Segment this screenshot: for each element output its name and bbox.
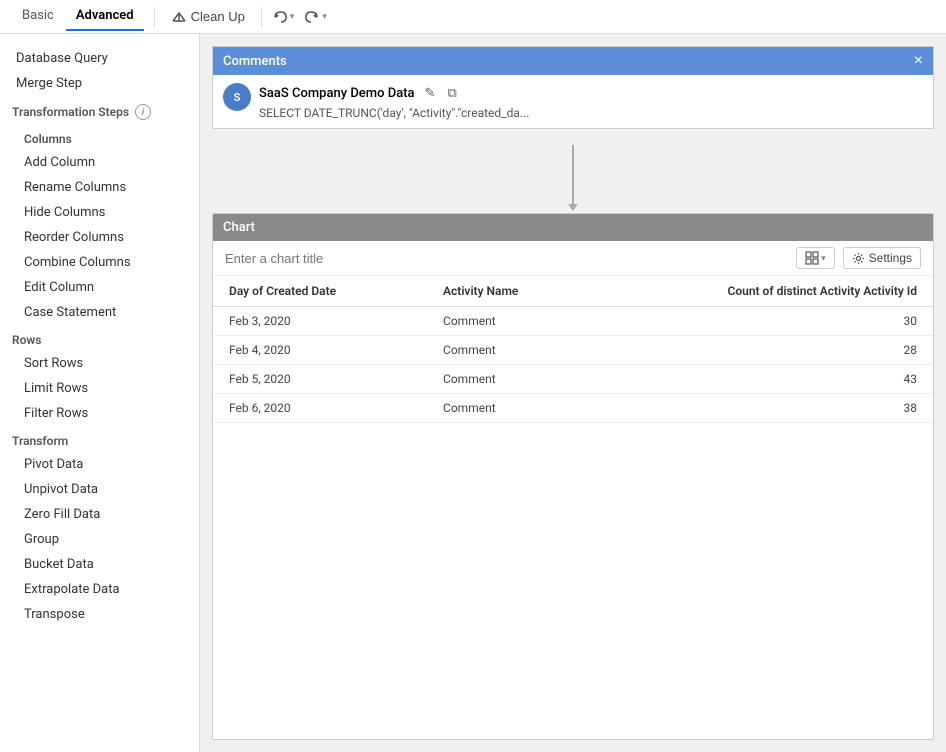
chart-settings-button[interactable]: Settings xyxy=(843,247,921,269)
sidebar-item-merge-step[interactable]: Merge Step xyxy=(0,71,199,96)
sidebar-item-hide-columns[interactable]: Hide Columns xyxy=(0,200,199,225)
sidebar-item-sort-rows[interactable]: Sort Rows xyxy=(0,351,199,376)
sidebar-item-group[interactable]: Group xyxy=(0,527,199,552)
cell-date: Feb 4, 2020 xyxy=(213,336,427,365)
main-area: Database Query Merge Step Transformation… xyxy=(0,34,946,752)
comment-row: S SaaS Company Demo Data ✎ ⧉ SELECT DATE… xyxy=(223,83,923,120)
undo-chevron[interactable]: ▾ xyxy=(290,12,295,22)
cell-date: Feb 3, 2020 xyxy=(213,307,427,336)
cell-count: 30 xyxy=(592,307,933,336)
sidebar-section-transform: Transform xyxy=(0,426,199,452)
comments-panel: Comments × S SaaS Company Demo Data ✎ ⧉ xyxy=(212,46,934,129)
grid-view-icon xyxy=(805,251,819,265)
table-row: Feb 3, 2020 Comment 30 xyxy=(213,307,933,336)
sidebar-item-unpivot-data[interactable]: Unpivot Data xyxy=(0,477,199,502)
redo-button[interactable] xyxy=(302,5,322,29)
cell-date: Feb 5, 2020 xyxy=(213,365,427,394)
col-header-date: Day of Created Date xyxy=(213,276,427,307)
chart-table: Day of Created Date Activity Name Count … xyxy=(213,276,933,739)
comment-copy-button[interactable]: ⧉ xyxy=(443,83,460,103)
comment-edit-button[interactable]: ✎ xyxy=(421,83,440,103)
avatar: S xyxy=(223,83,251,111)
sidebar-item-bucket-data[interactable]: Bucket Data xyxy=(0,552,199,577)
undo-icon xyxy=(272,9,288,25)
cell-activity: Comment xyxy=(427,365,592,394)
content-area: Comments × S SaaS Company Demo Data ✎ ⧉ xyxy=(200,34,946,752)
toolbar-divider xyxy=(154,7,155,27)
undo-button[interactable] xyxy=(270,5,290,29)
sidebar-item-transpose[interactable]: Transpose xyxy=(0,602,199,627)
table-body: Feb 3, 2020 Comment 30 Feb 4, 2020 Comme… xyxy=(213,307,933,423)
comments-header: Comments × xyxy=(213,47,933,75)
cell-count: 43 xyxy=(592,365,933,394)
chart-toolbar-right: ▾ Settings xyxy=(796,247,921,269)
table-header-row: Day of Created Date Activity Name Count … xyxy=(213,276,933,307)
col-header-activity: Activity Name xyxy=(427,276,592,307)
table-row: Feb 6, 2020 Comment 38 xyxy=(213,394,933,423)
comment-content: SaaS Company Demo Data ✎ ⧉ SELECT DATE_T… xyxy=(259,83,923,120)
transformation-info-icon[interactable]: i xyxy=(135,104,151,120)
settings-gear-icon xyxy=(852,252,865,265)
cell-count: 28 xyxy=(592,336,933,365)
comment-author: SaaS Company Demo Data xyxy=(259,86,415,101)
cleanup-button[interactable]: Clean Up xyxy=(163,5,253,29)
chart-toolbar: ▾ Settings xyxy=(213,241,933,276)
sidebar-item-pivot-data[interactable]: Pivot Data xyxy=(0,452,199,477)
cell-count: 38 xyxy=(592,394,933,423)
tab-basic[interactable]: Basic xyxy=(12,2,64,31)
cell-activity: Comment xyxy=(427,394,592,423)
comments-body: S SaaS Company Demo Data ✎ ⧉ SELECT DATE… xyxy=(213,75,933,128)
cleanup-icon xyxy=(171,9,187,25)
cell-date: Feb 6, 2020 xyxy=(213,394,427,423)
tab-advanced[interactable]: Advanced xyxy=(66,2,144,31)
sidebar-item-filter-rows[interactable]: Filter Rows xyxy=(0,401,199,426)
comments-title: Comments xyxy=(223,54,287,69)
sidebar-item-limit-rows[interactable]: Limit Rows xyxy=(0,376,199,401)
cell-activity: Comment xyxy=(427,336,592,365)
flow-arrow xyxy=(572,145,574,205)
sidebar-section-columns: Columns xyxy=(0,124,199,150)
toolbar: Basic Advanced Clean Up ▾ ▾ xyxy=(0,0,946,34)
sidebar-item-edit-column[interactable]: Edit Column xyxy=(0,275,199,300)
sidebar-item-zero-fill-data[interactable]: Zero Fill Data xyxy=(0,502,199,527)
table-row: Feb 5, 2020 Comment 43 xyxy=(213,365,933,394)
settings-label: Settings xyxy=(869,251,912,265)
cell-activity: Comment xyxy=(427,307,592,336)
sidebar-item-reorder-columns[interactable]: Reorder Columns xyxy=(0,225,199,250)
sidebar-item-rename-columns[interactable]: Rename Columns xyxy=(0,175,199,200)
sidebar-section-transformation: Transformation Steps i xyxy=(0,96,199,124)
chart-panel: Chart ▾ xyxy=(212,213,934,740)
sidebar-item-database-query[interactable]: Database Query xyxy=(0,46,199,71)
sidebar-item-extrapolate-data[interactable]: Extrapolate Data xyxy=(0,577,199,602)
table-row: Feb 4, 2020 Comment 28 xyxy=(213,336,933,365)
chart-header: Chart xyxy=(213,214,933,241)
comment-meta: SaaS Company Demo Data ✎ ⧉ xyxy=(259,83,923,103)
arrow-container xyxy=(200,141,946,213)
data-table: Day of Created Date Activity Name Count … xyxy=(213,276,933,423)
chart-title-input[interactable] xyxy=(225,251,796,266)
redo-icon xyxy=(304,9,320,25)
comment-text: SELECT DATE_TRUNC('day', "Activity"."cre… xyxy=(259,106,923,120)
col-header-count: Count of distinct Activity Activity Id xyxy=(592,276,933,307)
sidebar-item-case-statement[interactable]: Case Statement xyxy=(0,300,199,325)
view-chevron: ▾ xyxy=(821,253,826,264)
sidebar: Database Query Merge Step Transformation… xyxy=(0,34,200,752)
toolbar-divider-2 xyxy=(261,7,262,27)
comment-actions: ✎ ⧉ xyxy=(421,83,461,103)
sidebar-item-combine-columns[interactable]: Combine Columns xyxy=(0,250,199,275)
redo-chevron[interactable]: ▾ xyxy=(322,12,327,22)
comments-close-button[interactable]: × xyxy=(914,53,923,69)
sidebar-section-rows: Rows xyxy=(0,325,199,351)
sidebar-item-add-column[interactable]: Add Column xyxy=(0,150,199,175)
chart-view-button[interactable]: ▾ xyxy=(796,247,835,269)
